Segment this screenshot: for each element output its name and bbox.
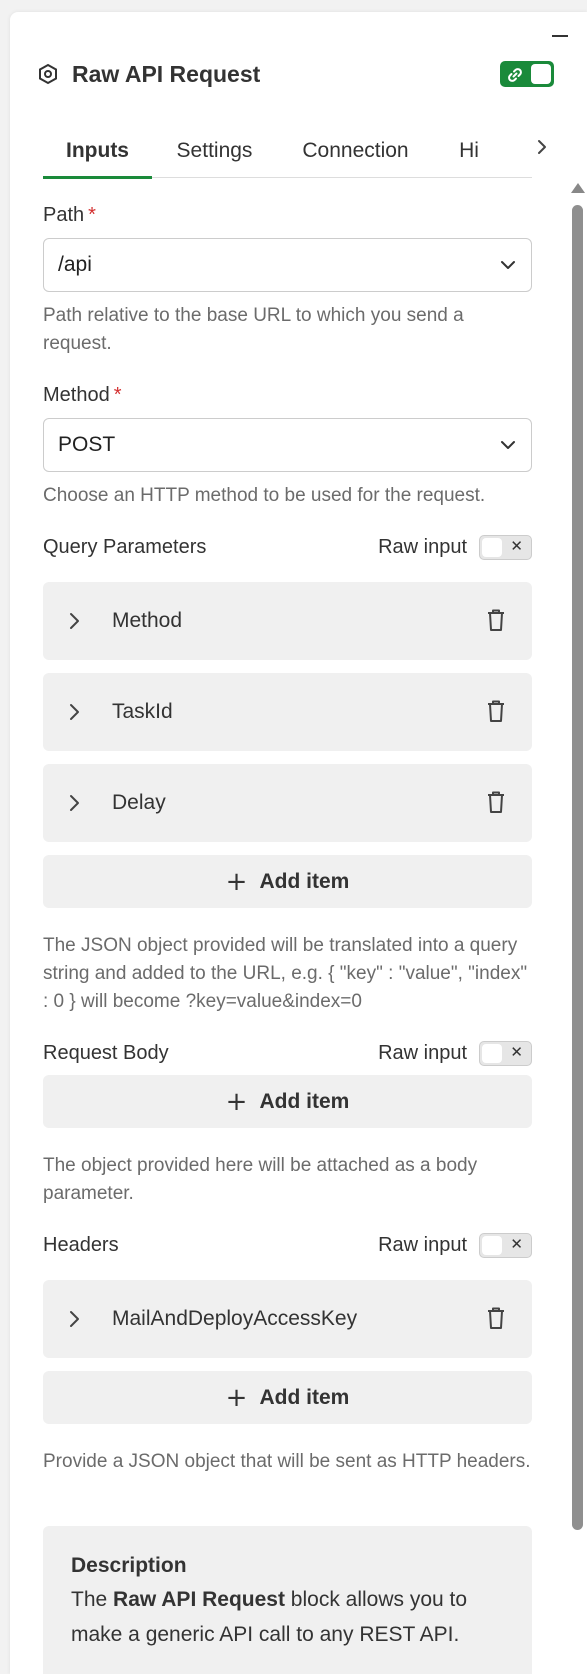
add-item-label: Add item: [259, 1385, 350, 1409]
add-item-label: Add item: [259, 869, 350, 893]
trash-icon[interactable]: [486, 1306, 506, 1330]
add-item-label: Add item: [259, 1089, 350, 1113]
query-item[interactable]: Delay: [43, 764, 532, 842]
hexagon-icon: [33, 59, 63, 89]
plus-icon: +: [225, 1086, 248, 1117]
path-hint: Path relative to the base URL to which y…: [43, 305, 464, 354]
raw-input-label: Raw input: [378, 535, 467, 558]
chevron-right-icon[interactable]: [69, 1310, 81, 1328]
description-box: Description The Raw API Request block al…: [43, 1526, 532, 1674]
query-label-row: Query Parameters Raw input ✕: [43, 532, 532, 562]
headers-hint: Provide a JSON object that will be sent …: [43, 1451, 531, 1472]
raw-input-toggle[interactable]: ✕: [479, 534, 532, 560]
description-title: Description: [71, 1554, 187, 1577]
panel-header: Raw API Request: [33, 54, 587, 94]
path-label: Path *: [43, 203, 96, 226]
query-item-name: TaskId: [112, 700, 173, 723]
path-select[interactable]: /api: [43, 238, 532, 292]
chevron-right-icon[interactable]: [532, 137, 552, 157]
toggle-knob: [531, 64, 551, 84]
tab-bar: Inputs Settings Connection Hi: [43, 124, 532, 179]
method-value: POST: [58, 433, 116, 456]
query-hint: The JSON object provided will be transla…: [43, 935, 528, 1012]
x-icon: ✕: [510, 1042, 523, 1061]
raw-input-toggle[interactable]: ✕: [479, 1040, 532, 1066]
query-item[interactable]: TaskId: [43, 673, 532, 751]
query-label: Query Parameters: [43, 535, 207, 558]
description-body: The Raw API Request block allows you to …: [71, 1588, 468, 1646]
raw-input-toggle[interactable]: ✕: [479, 1232, 532, 1258]
scrollbar[interactable]: [571, 183, 585, 1533]
body-label: Request Body: [43, 1041, 169, 1064]
body-label-row: Request Body Raw input ✕: [43, 1038, 532, 1068]
raw-input-label: Raw input: [378, 1233, 467, 1256]
trash-icon[interactable]: [486, 608, 506, 632]
scroll-up-icon[interactable]: [571, 183, 585, 193]
query-item-name: Delay: [112, 791, 166, 814]
query-item[interactable]: Method: [43, 582, 532, 660]
tab-settings[interactable]: Settings: [152, 124, 277, 178]
body-raw-input: Raw input ✕: [378, 1040, 532, 1066]
trash-icon[interactable]: [486, 699, 506, 723]
query-add-item-button[interactable]: + Add item: [43, 855, 532, 908]
tab-history[interactable]: Hi: [434, 124, 504, 178]
chevron-right-icon[interactable]: [69, 794, 81, 812]
chevron-down-icon: [501, 441, 515, 449]
x-icon: ✕: [510, 536, 523, 555]
tab-inputs[interactable]: Inputs: [43, 124, 152, 179]
block-title: Raw API Request: [72, 60, 261, 87]
header-item-name: MailAndDeployAccessKey: [112, 1307, 358, 1330]
minimize-icon[interactable]: [552, 35, 568, 37]
description-bold: Raw API Request: [113, 1588, 285, 1611]
body-add-item-button[interactable]: + Add item: [43, 1075, 532, 1128]
inputs-form: Path * /api Path relative to the base URL…: [43, 200, 532, 1674]
link-icon: [508, 68, 522, 82]
method-hint: Choose an HTTP method to be used for the…: [43, 485, 486, 506]
headers-add-item-button[interactable]: + Add item: [43, 1371, 532, 1424]
chevron-right-icon[interactable]: [69, 703, 81, 721]
query-raw-input: Raw input ✕: [378, 534, 532, 560]
trash-icon[interactable]: [486, 790, 506, 814]
plus-icon: +: [225, 1382, 248, 1413]
header-item[interactable]: MailAndDeployAccessKey: [43, 1280, 532, 1358]
method-label-row: Method *: [43, 380, 532, 410]
method-select[interactable]: POST: [43, 418, 532, 472]
required-marker: *: [113, 383, 122, 406]
query-item-name: Method: [112, 609, 183, 632]
path-value: /api: [58, 253, 92, 276]
scrollbar-thumb[interactable]: [572, 205, 583, 1530]
x-icon: ✕: [510, 1234, 523, 1253]
tab-connection[interactable]: Connection: [277, 124, 434, 178]
headers-label-row: Headers Raw input ✕: [43, 1230, 532, 1260]
headers-raw-input: Raw input ✕: [378, 1232, 532, 1258]
raw-input-label: Raw input: [378, 1041, 467, 1064]
chevron-right-icon[interactable]: [69, 612, 81, 630]
chevron-down-icon: [501, 261, 515, 269]
path-label-row: Path *: [43, 200, 532, 230]
link-toggle[interactable]: [500, 61, 554, 87]
required-marker: *: [88, 203, 96, 226]
plus-icon: +: [225, 866, 248, 897]
headers-label: Headers: [43, 1233, 119, 1256]
body-hint: The object provided here will be attache…: [43, 1155, 478, 1204]
method-label: Method *: [43, 383, 122, 406]
